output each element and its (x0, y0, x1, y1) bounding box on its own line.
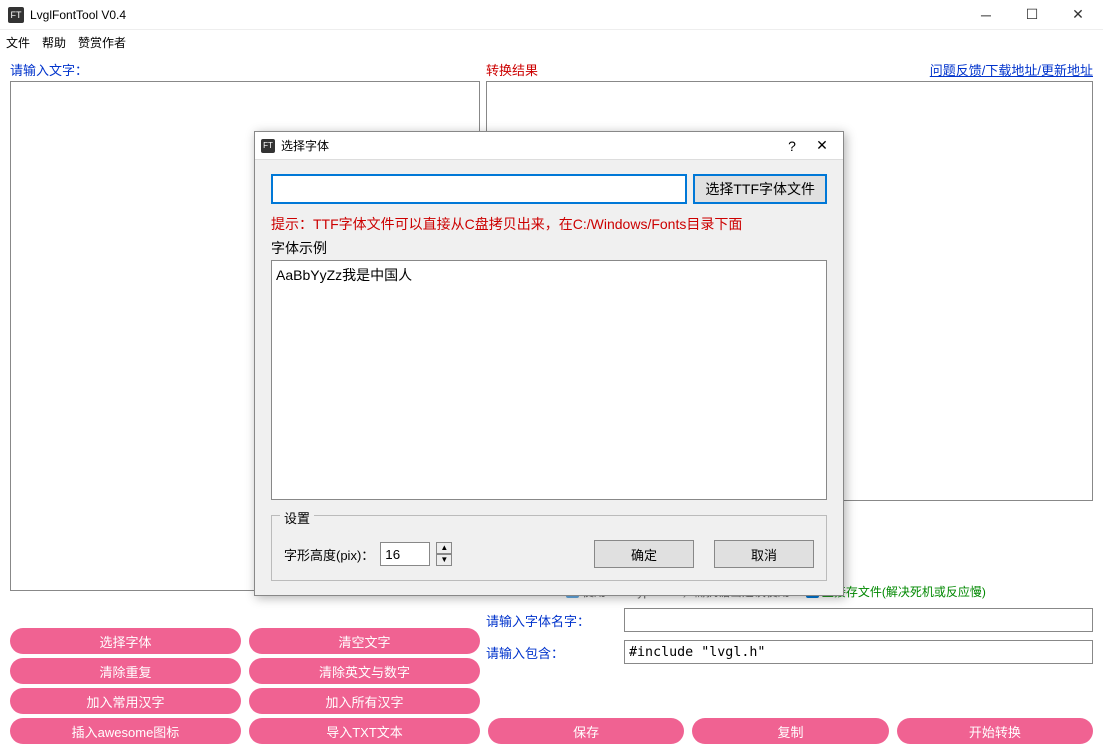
cancel-button[interactable]: 取消 (714, 540, 814, 568)
button-grid: 选择字体 清空文字 清除重复 清除英文与数字 加入常用汉字 加入所有汉字 插入a… (10, 624, 1093, 744)
dialog-close-button[interactable]: ✕ (807, 137, 837, 154)
clear-dup-button[interactable]: 清除重复 (10, 658, 241, 684)
save-button[interactable]: 保存 (488, 718, 684, 744)
browse-ttf-button[interactable]: 选择TTF字体文件 (693, 174, 827, 204)
settings-group: 设置 字形高度(pix)： ▲ ▼ 确定 取消 (271, 515, 827, 581)
input-label: 请输入文字： (10, 60, 88, 79)
settings-legend: 设置 (280, 508, 314, 527)
insert-awesome-button[interactable]: 插入awesome图标 (10, 718, 241, 744)
glyph-height-label: 字形高度(pix)： (284, 545, 374, 564)
glyph-height-spinner[interactable]: ▲ ▼ (436, 542, 452, 566)
sample-label: 字体示例 (271, 238, 827, 258)
ttf-path-input[interactable] (271, 174, 687, 204)
menu-sponsor[interactable]: 赞赏作者 (78, 34, 126, 51)
ttf-hint: 提示：TTF字体文件可以直接从C盘拷贝出来，在C:/Windows/Fonts目… (271, 214, 827, 234)
add-common-button[interactable]: 加入常用汉字 (10, 688, 241, 714)
sample-textarea[interactable]: AaBbYyZz我是中国人 (271, 260, 827, 500)
start-button[interactable]: 开始转换 (897, 718, 1093, 744)
ok-button[interactable]: 确定 (594, 540, 694, 568)
spinner-down-icon[interactable]: ▼ (436, 554, 452, 566)
spinner-up-icon[interactable]: ▲ (436, 542, 452, 554)
titlebar: FT LvglFontTool V0.4 ─ ☐ ✕ (0, 0, 1103, 30)
clear-text-button[interactable]: 清空文字 (249, 628, 480, 654)
select-font-button[interactable]: 选择字体 (10, 628, 241, 654)
dialog-icon: FT (261, 139, 275, 153)
menu-file[interactable]: 文件 (6, 34, 30, 51)
feedback-link[interactable]: 问题反馈/下载地址/更新地址 (930, 60, 1093, 79)
copy-button[interactable]: 复制 (692, 718, 888, 744)
glyph-height-input[interactable] (380, 542, 430, 566)
menu-help[interactable]: 帮助 (42, 34, 66, 51)
dialog-title: 选择字体 (281, 137, 777, 154)
maximize-button[interactable]: ☐ (1009, 0, 1055, 30)
clear-eng-button[interactable]: 清除英文与数字 (249, 658, 480, 684)
app-icon: FT (8, 7, 24, 23)
minimize-button[interactable]: ─ (963, 0, 1009, 30)
window-title: LvglFontTool V0.4 (30, 8, 963, 22)
dialog-help-button[interactable]: ? (777, 138, 807, 154)
import-txt-button[interactable]: 导入TXT文本 (249, 718, 480, 744)
close-button[interactable]: ✕ (1055, 0, 1101, 30)
menubar: 文件 帮助 赞赏作者 (0, 30, 1103, 54)
select-font-dialog: FT 选择字体 ? ✕ 选择TTF字体文件 提示：TTF字体文件可以直接从C盘拷… (254, 131, 844, 596)
result-label: 转换结果 (486, 60, 538, 79)
add-all-button[interactable]: 加入所有汉字 (249, 688, 480, 714)
